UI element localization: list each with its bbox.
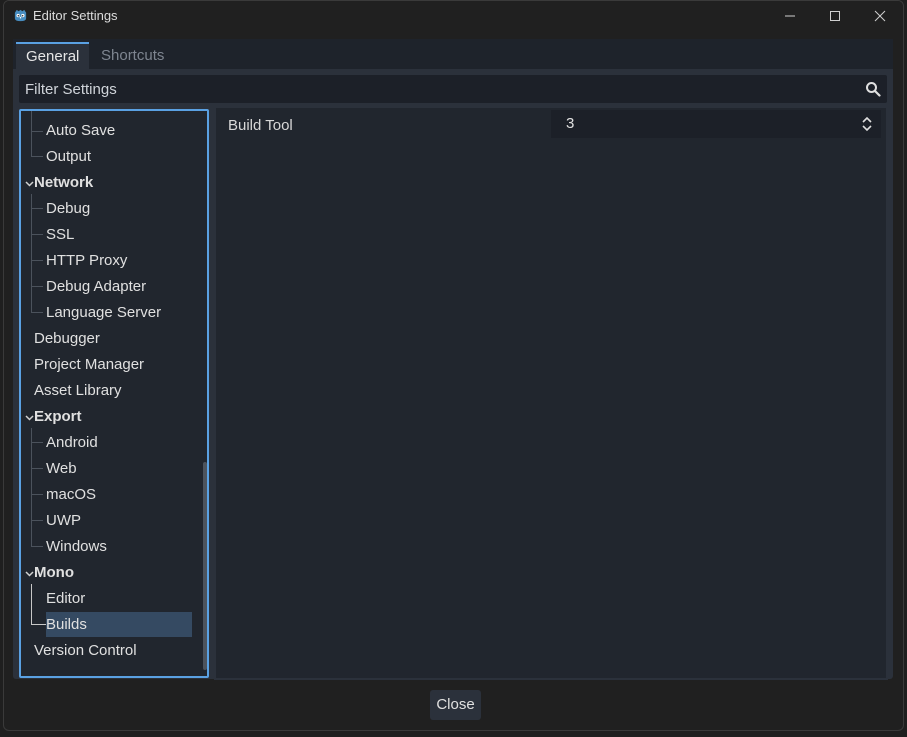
tree-category-mono[interactable]: Mono bbox=[21, 560, 193, 586]
title-bar[interactable]: Editor Settings bbox=[4, 1, 903, 31]
tree-item-output[interactable]: Output bbox=[21, 144, 193, 170]
tree-item-project-manager[interactable]: Project Manager bbox=[21, 352, 193, 378]
settings-section-tree[interactable]: Auto Save Output Network Debug SSL HTTP … bbox=[19, 109, 209, 678]
tree-item-debug-adapter[interactable]: Debug Adapter bbox=[21, 274, 193, 300]
build-tool-spinbox[interactable]: 3 bbox=[551, 110, 881, 138]
close-button[interactable]: Close bbox=[430, 690, 481, 720]
filter-bar bbox=[19, 75, 887, 103]
tree-item-ssl[interactable]: SSL bbox=[21, 222, 193, 248]
chevron-down-icon bbox=[25, 571, 34, 577]
tab-general[interactable]: General bbox=[16, 42, 90, 69]
editor-settings-window: Editor Settings General Shortcuts Filter… bbox=[3, 0, 904, 731]
window-title: Editor Settings bbox=[33, 8, 118, 23]
tree-item-windows[interactable]: Windows bbox=[21, 534, 193, 560]
minimize-button[interactable] bbox=[767, 1, 813, 31]
tree-category-network[interactable]: Network bbox=[21, 170, 193, 196]
tree-item-web[interactable]: Web bbox=[21, 456, 193, 482]
godot-logo-icon bbox=[14, 9, 27, 22]
settings-content: General Shortcuts Filter Settings Auto S… bbox=[13, 39, 893, 680]
tree-item-debug[interactable]: Debug bbox=[21, 196, 193, 222]
filter-settings-input[interactable] bbox=[25, 75, 845, 103]
tree-item-language-server[interactable]: Language Server bbox=[21, 300, 193, 326]
build-tool-label: Build Tool bbox=[228, 117, 293, 134]
tree-item-asset-library[interactable]: Asset Library bbox=[21, 378, 193, 404]
maximize-icon bbox=[830, 11, 840, 21]
tree-category-export[interactable]: Export bbox=[21, 404, 193, 430]
tree-item-auto-save[interactable]: Auto Save bbox=[21, 118, 193, 144]
minimize-icon bbox=[785, 15, 795, 17]
chevron-down-icon bbox=[25, 415, 34, 421]
tree-item-uwp[interactable]: UWP bbox=[21, 508, 193, 534]
close-window-button[interactable] bbox=[857, 1, 903, 31]
tab-bar: General Shortcuts bbox=[13, 39, 893, 69]
chevron-down-icon bbox=[25, 181, 34, 187]
tab-shortcuts[interactable]: Shortcuts bbox=[91, 42, 174, 69]
close-icon bbox=[874, 10, 886, 22]
spin-updown-icon[interactable] bbox=[861, 116, 873, 132]
tree-item-version-control[interactable]: Version Control bbox=[21, 638, 193, 664]
tree-item-debugger[interactable]: Debugger bbox=[21, 326, 193, 352]
tree-item-builds[interactable]: Builds bbox=[21, 612, 193, 638]
maximize-button[interactable] bbox=[812, 1, 858, 31]
build-tool-value: 3 bbox=[566, 115, 575, 132]
tree-scrollbar[interactable] bbox=[203, 462, 207, 670]
tree-item-android[interactable]: Android bbox=[21, 430, 193, 456]
tree-item-http-proxy[interactable]: HTTP Proxy bbox=[21, 248, 193, 274]
property-inspector: Build Tool 3 bbox=[214, 106, 888, 680]
tree-item-macos[interactable]: macOS bbox=[21, 482, 193, 508]
search-icon bbox=[866, 82, 881, 97]
tree-item-editor[interactable]: Editor bbox=[21, 586, 193, 612]
